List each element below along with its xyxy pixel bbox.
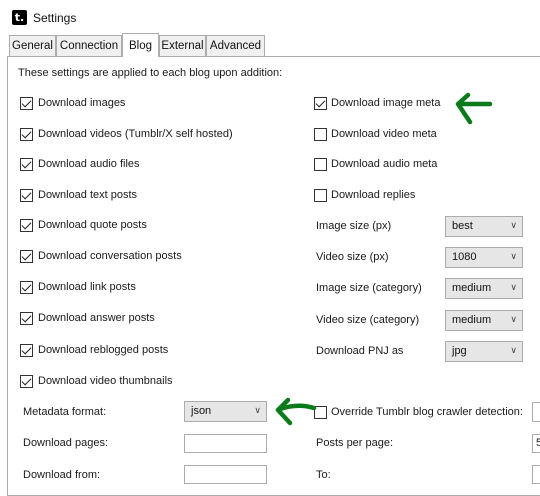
chevron-down-icon: ∨ (510, 220, 517, 230)
download-audio-meta-checkbox[interactable] (314, 158, 327, 171)
image-size-px-label: Image size (px) (316, 220, 392, 232)
download-image-meta-checkbox[interactable] (314, 97, 327, 110)
window-title: Settings (33, 11, 77, 25)
posts-per-page-label: Posts per page: (316, 437, 394, 449)
video-size-px-label: Video size (px) (316, 251, 389, 263)
download-replies-label: Download replies (331, 189, 416, 201)
posts-per-page-value: 5 (536, 437, 540, 449)
green-arrow-icon (275, 397, 317, 426)
download-link-posts-checkbox[interactable] (20, 281, 33, 294)
override-crawler-label: Override Tumblr blog crawler detection: (331, 406, 523, 418)
download-answer-posts-checkbox[interactable] (20, 312, 33, 325)
tab-general[interactable]: General (9, 35, 56, 56)
download-audio-meta-label: Download audio meta (331, 158, 438, 170)
download-quote-posts-checkbox[interactable] (20, 219, 33, 232)
download-videos-checkbox[interactable] (20, 128, 33, 141)
tab-external[interactable]: External (159, 35, 206, 56)
download-pnj-as-select[interactable]: jpg ∨ (445, 341, 523, 362)
override-crawler-field[interactable] (532, 402, 540, 422)
download-conversation-posts-label: Download conversation posts (38, 250, 182, 262)
download-audio-label: Download audio files (38, 158, 140, 170)
download-reblogged-posts-checkbox[interactable] (20, 344, 33, 357)
download-conversation-posts-checkbox[interactable] (20, 250, 33, 263)
download-image-meta-label: Download image meta (331, 97, 441, 109)
chevron-down-icon: ∨ (510, 314, 517, 324)
download-answer-posts-label: Download answer posts (38, 312, 155, 324)
download-link-posts-label: Download link posts (38, 281, 136, 293)
image-size-px-value: best (452, 220, 473, 232)
download-video-meta-label: Download video meta (331, 128, 437, 140)
to-input[interactable] (532, 465, 540, 484)
chevron-down-icon: ∨ (254, 405, 261, 415)
download-images-label: Download images (38, 97, 126, 109)
tab-connection[interactable]: Connection (56, 35, 122, 56)
image-size-category-label: Image size (category) (316, 282, 422, 294)
download-audio-checkbox[interactable] (20, 158, 33, 171)
image-size-px-select[interactable]: best ∨ (445, 216, 523, 237)
download-pages-input[interactable] (184, 434, 267, 453)
green-arrow-icon (455, 92, 493, 125)
download-images-checkbox[interactable] (20, 97, 33, 110)
metadata-format-select[interactable]: json ∨ (184, 401, 267, 422)
video-size-category-value: medium (452, 314, 492, 326)
download-video-thumbnails-checkbox[interactable] (20, 375, 33, 388)
metadata-format-label: Metadata format: (23, 406, 107, 418)
download-text-posts-label: Download text posts (38, 189, 138, 201)
download-video-thumbnails-label: Download video thumbnails (38, 375, 173, 387)
to-label: To: (316, 469, 331, 481)
download-replies-checkbox[interactable] (314, 189, 327, 202)
download-from-label: Download from: (23, 469, 101, 481)
video-size-px-value: 1080 (452, 251, 477, 263)
download-reblogged-posts-label: Download reblogged posts (38, 344, 169, 356)
chevron-down-icon: ∨ (510, 251, 517, 261)
download-pnj-as-label: Download PNJ as (316, 345, 404, 357)
tab-advanced[interactable]: Advanced (206, 35, 265, 56)
video-size-px-select[interactable]: 1080 ∨ (445, 247, 523, 268)
download-quote-posts-label: Download quote posts (38, 219, 147, 231)
image-size-category-value: medium (452, 282, 492, 294)
chevron-down-icon: ∨ (510, 345, 517, 355)
download-video-meta-checkbox[interactable] (314, 128, 327, 141)
download-pnj-as-value: jpg (452, 345, 467, 357)
tab-blog[interactable]: Blog (122, 33, 159, 57)
download-videos-label: Download videos (Tumblr/X self hosted) (38, 128, 233, 140)
download-pages-label: Download pages: (23, 437, 109, 449)
chevron-down-icon: ∨ (510, 282, 517, 292)
image-size-category-select[interactable]: medium ∨ (445, 278, 523, 299)
download-from-input[interactable] (184, 465, 267, 484)
intro-text: These settings are applied to each blog … (18, 67, 283, 79)
video-size-category-select[interactable]: medium ∨ (445, 310, 523, 331)
title-bar: t. Settings (0, 0, 540, 34)
video-size-category-label: Video size (category) (316, 314, 420, 326)
metadata-format-value: json (191, 405, 212, 417)
posts-per-page-input[interactable]: 5 (532, 434, 540, 453)
tumblr-logo-icon: t. (12, 10, 27, 25)
download-text-posts-checkbox[interactable] (20, 189, 33, 202)
